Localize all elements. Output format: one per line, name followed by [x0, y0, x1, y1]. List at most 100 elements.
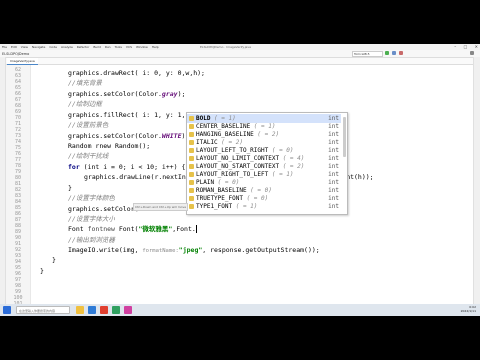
code-text: Random [68, 142, 96, 150]
code-comment[interactable]: //填充背景 [68, 78, 102, 88]
code-line[interactable]: graphics.setColor(Color.gray); [68, 89, 185, 99]
window-title: ELSLDPOJDemo · ImageVerify.java [200, 44, 251, 49]
completion-name: CENTER_BASELINE [196, 123, 251, 130]
code-string: "微软雅黑" [138, 225, 173, 233]
stop-icon[interactable] [399, 51, 403, 55]
code-line[interactable]: Random rnew Random(); [68, 141, 150, 151]
code-text: } [52, 256, 56, 264]
menu-tools[interactable]: Tools [115, 45, 122, 49]
ide-window: File Edit View Navigate Code Analyze Ref… [0, 44, 480, 316]
completion-name: ROMAN_BASELINE [196, 187, 247, 194]
code-text: //设置字体颜色 [68, 194, 115, 202]
minimize-icon[interactable]: – [454, 44, 456, 49]
app-icon[interactable] [112, 306, 120, 314]
windows-start-icon[interactable] [3, 306, 11, 314]
code-line[interactable]: ImageIO.write(img, formatName:"jpeg", re… [68, 245, 320, 256]
menu-build[interactable]: Build [93, 45, 101, 49]
field-icon [189, 132, 194, 137]
code-text: //绘制干扰线 [68, 152, 109, 160]
completion-name: LAYOUT_NO_START_CONTEXT [196, 163, 280, 170]
code-text: graphics.setColor(Color. [68, 132, 162, 140]
code-text: ); [177, 90, 186, 98]
completion-name: HANGING_BASELINE [196, 131, 254, 138]
code-line[interactable]: } [40, 266, 44, 276]
editor-tab-bar: ImageVerify.java [6, 58, 473, 65]
browser-icon[interactable] [88, 306, 96, 314]
code-line[interactable]: for (int i = 0; i < 10; i++) { [68, 162, 185, 172]
field-icon [189, 172, 194, 177]
code-string: "jpeg" [178, 246, 203, 254]
maximize-icon[interactable]: □ [464, 44, 468, 49]
completion-item[interactable]: TYPE1_FONT ( = 1) int [187, 202, 341, 211]
field-icon [189, 188, 194, 193]
menu-analyze[interactable]: Analyze [61, 45, 73, 49]
code-comment[interactable]: //设置前景色 [68, 120, 108, 130]
code-field: gray [161, 90, 178, 98]
code-comment[interactable]: //绘制边框 [68, 99, 102, 109]
code-comment[interactable]: //设置字体大小 [68, 214, 115, 224]
code-line[interactable]: } [52, 255, 56, 265]
menu-bar: File Edit View Navigate Code Analyze Ref… [2, 45, 162, 49]
code-line[interactable]: } [68, 183, 72, 193]
menu-navigate[interactable]: Navigate [32, 45, 45, 49]
field-icon [189, 156, 194, 161]
completion-popup: BOLD ( = 1) int CENTER_BASELINE ( = 1) i… [186, 112, 348, 215]
menu-run[interactable]: Run [105, 45, 111, 49]
code-text: ,Font. [172, 225, 196, 233]
line-gutter: 62 63 64 65 66 67 68 69 70 71 72 73 74 7… [6, 65, 31, 307]
code-text: rnew Random(); [95, 142, 151, 150]
code-line-current[interactable]: Font fontnew Font("微软雅黑",Font. [68, 224, 197, 234]
system-clock[interactable]: 0:02 2022/1/11 [461, 305, 476, 313]
field-icon [189, 180, 194, 185]
search-icon[interactable] [470, 51, 474, 55]
code-text: Font( [114, 225, 139, 233]
code-comment[interactable]: //设置字体颜色 [68, 193, 115, 203]
completion-name: LAYOUT_NO_LIMIT_CONTEXT [196, 155, 280, 162]
completion-value: ( = 1) [250, 123, 276, 130]
menu-edit[interactable]: Edit [11, 45, 17, 49]
code-comment[interactable]: //绘制干扰线 [68, 151, 108, 161]
completion-value: ( = 2) [253, 131, 280, 138]
completion-hint: Ctrl+Down and Ctrl+Up will move caret do… [133, 203, 188, 211]
run-icon[interactable] [385, 51, 389, 55]
tab-imageverify[interactable]: ImageVerify.java [7, 58, 38, 65]
code-comment[interactable]: //输出到浏览器 [68, 235, 115, 245]
code-keyword: for [68, 163, 84, 171]
intellij-icon[interactable] [124, 306, 132, 314]
debug-icon[interactable] [392, 51, 396, 55]
file-explorer-icon[interactable] [76, 306, 84, 314]
app-icon[interactable] [100, 306, 108, 314]
code-text: //绘制边框 [68, 100, 102, 108]
menu-window[interactable]: Window [136, 45, 148, 49]
code-text: ImageIO.write(img, [68, 246, 143, 254]
field-icon [189, 148, 194, 153]
code-text: graphics.drawRect( i: 0, y: 0,w,h); [68, 69, 205, 77]
code-text: } [40, 267, 44, 275]
close-icon[interactable]: ✕ [475, 44, 478, 49]
completion-name: LAYOUT_LEFT_TO_RIGHT [196, 147, 269, 154]
breadcrumb[interactable]: ELSLDPOJDemo [2, 52, 29, 56]
code-text: graphics.setColor(Color. [68, 90, 162, 98]
code-field: WHITE [161, 132, 182, 140]
menu-view[interactable]: View [21, 45, 28, 49]
taskbar-search[interactable]: 在这里输入你要搜索的内容 [16, 306, 70, 314]
code-text: //填充背景 [68, 79, 102, 87]
menu-code[interactable]: Code [49, 45, 57, 49]
completion-scrollbar[interactable] [343, 117, 346, 157]
completion-name: LAYOUT_RIGHT_TO_LEFT [196, 171, 269, 178]
field-icon [189, 164, 194, 169]
completion-value: ( = 2) [279, 163, 305, 170]
field-icon [189, 124, 194, 129]
menu-help[interactable]: Help [152, 45, 159, 49]
text-caret [195, 225, 197, 233]
field-icon [189, 204, 194, 209]
run-config-select[interactable]: Tomcat8.5 [352, 51, 383, 57]
menu-vcs[interactable]: VCS [126, 45, 132, 49]
menu-file[interactable]: File [2, 45, 7, 49]
code-text: } [68, 184, 72, 192]
code-line[interactable]: graphics.drawRect( i: 0, y: 0,w,h); [68, 68, 205, 78]
code-line[interactable]: graphics.setColor(Color.WHITE); [68, 131, 189, 141]
completion-value: ( = 2) [217, 139, 243, 146]
completion-value: ( = 0) [242, 195, 269, 202]
menu-refactor[interactable]: Refactor [77, 45, 90, 49]
